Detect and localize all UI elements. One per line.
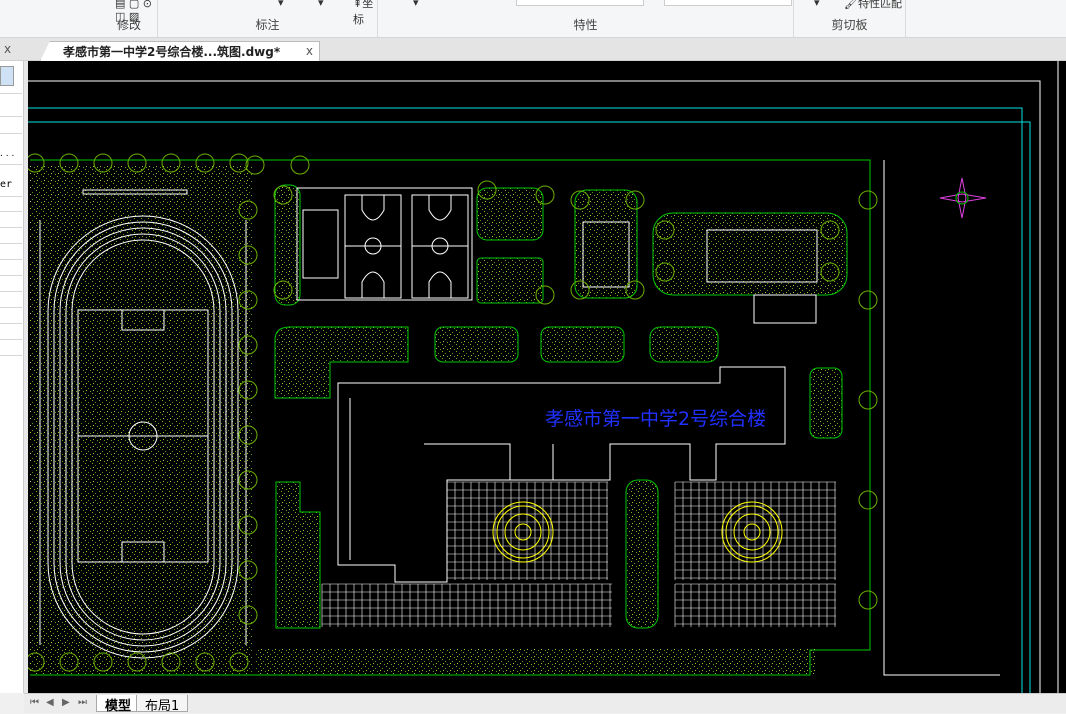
road-line xyxy=(883,160,1000,676)
divider xyxy=(0,211,22,212)
document-tab[interactable]: 孝感市第一中学2号综合楼...筑图.dwg* x xyxy=(40,41,320,61)
grid-cells xyxy=(321,583,612,627)
grid-cells xyxy=(674,481,836,580)
tree-symbol xyxy=(858,190,878,210)
divider xyxy=(0,275,22,276)
drawing-canvas[interactable]: 孝感市第一中学2号综合楼 xyxy=(24,61,1066,693)
grid-cells xyxy=(446,481,608,580)
ribbon: ▤ ▢ ⊙ ◫ ▨ 修改 ▾ ▾ ⇞坐标 标注 ▾ 特性 ▾ 🖌特性匹配 剪切板 xyxy=(0,0,1066,38)
prev-tab-button[interactable]: ◀ xyxy=(46,697,54,708)
dropdown-icon[interactable]: ▾ xyxy=(814,0,820,9)
close-tab-button[interactable]: x xyxy=(306,44,313,58)
tree-symbol xyxy=(858,490,878,510)
tree-symbol xyxy=(290,155,310,175)
ribbon-group-annotate: ▾ ▾ ⇞坐标 标注 xyxy=(158,0,378,38)
dropdown-icon[interactable]: ▾ xyxy=(413,0,419,9)
group-label: 标注 xyxy=(255,18,280,32)
panel-dots: . . . xyxy=(0,149,15,159)
group-label: 修改 xyxy=(116,18,141,32)
group-label: 特性 xyxy=(573,18,598,32)
divider xyxy=(0,196,22,197)
divider xyxy=(0,259,22,260)
divider xyxy=(0,355,22,356)
tab-layout1[interactable]: 布局1 xyxy=(136,695,189,714)
tree-symbol xyxy=(858,590,878,610)
dropdown-icon[interactable]: ▾ xyxy=(318,0,324,9)
next-tab-button[interactable]: ▶ xyxy=(62,697,70,708)
divider xyxy=(0,164,22,165)
panel-icon-button[interactable] xyxy=(0,66,14,86)
panel-row-text: er xyxy=(0,179,13,190)
divider xyxy=(0,93,22,94)
match-label: 特性匹配 xyxy=(857,0,902,10)
ribbon-group-modify: ▤ ▢ ⊙ ◫ ▨ 修改 xyxy=(0,0,158,38)
ribbon-group-properties: ▾ 特性 xyxy=(378,0,794,38)
document-tab-bar: 孝感市第一中学2号综合楼...筑图.dwg* x xyxy=(0,38,1066,61)
divider xyxy=(0,243,22,244)
divider xyxy=(0,133,22,134)
divider xyxy=(0,116,22,117)
divider xyxy=(0,307,22,308)
match-properties-button[interactable]: 🖌特性匹配 xyxy=(844,0,902,11)
building-label: 孝感市第一中学2号综合楼 xyxy=(545,408,766,430)
first-tab-button[interactable]: ⏮ xyxy=(30,697,39,708)
divider xyxy=(0,291,22,292)
grid-cells xyxy=(674,583,836,627)
property-field[interactable] xyxy=(516,0,644,6)
tree-symbol xyxy=(858,290,878,310)
dropdown-icon[interactable]: ▾ xyxy=(278,0,284,9)
ribbon-group-clipboard: ▾ 🖌特性匹配 剪切板 xyxy=(794,0,906,38)
layout-tab-bar: ⏮ ◀ ▶ ⏭ 模型 布局1 xyxy=(24,693,1066,714)
tree-symbol xyxy=(858,390,878,410)
divider xyxy=(0,339,22,340)
close-panel-button[interactable]: x xyxy=(4,42,11,56)
tab-title: 孝感市第一中学2号综合楼...筑图.dwg* xyxy=(63,45,281,59)
site-plan: 孝感市第一中学2号综合楼 xyxy=(28,61,1059,693)
property-field[interactable] xyxy=(664,0,792,6)
divider xyxy=(0,227,22,228)
building-outline xyxy=(337,366,786,583)
tab-model[interactable]: 模型 xyxy=(96,695,141,714)
north-arrow xyxy=(939,177,987,219)
last-tab-button[interactable]: ⏭ xyxy=(78,697,87,708)
group-label: 剪切板 xyxy=(831,18,868,32)
paving-grid xyxy=(321,481,836,627)
divider xyxy=(0,323,22,324)
left-panel: . . . er xyxy=(0,61,24,693)
